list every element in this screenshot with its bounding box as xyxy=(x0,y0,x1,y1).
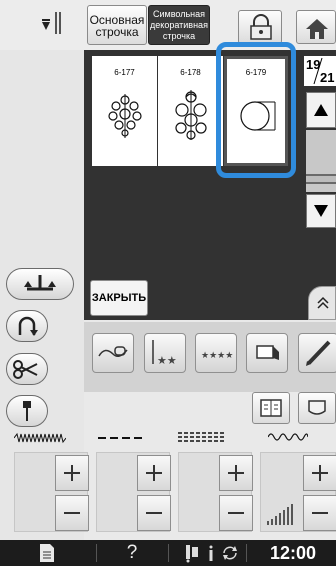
home-icon xyxy=(306,19,328,39)
width-minus-button[interactable] xyxy=(55,495,89,531)
rose-stitch-icon xyxy=(175,90,207,140)
tension-minus-button[interactable] xyxy=(303,495,336,531)
sequence-button[interactable]: ★★★★ xyxy=(195,333,237,373)
double-chevron-up-icon xyxy=(317,296,329,309)
help-button[interactable]: ? xyxy=(112,542,152,564)
plus-icon xyxy=(146,465,162,481)
density-plus-button[interactable] xyxy=(219,455,253,491)
scroll-down-button[interactable] xyxy=(306,194,336,228)
manual-button[interactable] xyxy=(252,392,290,424)
stitch-number: 6-178 xyxy=(180,68,201,77)
minus-icon xyxy=(146,512,162,514)
status-divider xyxy=(168,544,169,562)
scissors-icon xyxy=(13,360,38,379)
tension-plus-button[interactable] xyxy=(303,455,336,491)
down-arrow-icon xyxy=(314,205,328,217)
needle-up-down-button[interactable] xyxy=(6,310,48,342)
book-icon xyxy=(260,399,282,417)
edit-pen-button[interactable] xyxy=(298,333,336,373)
home-button[interactable] xyxy=(296,10,336,44)
tab-decorative-stitch-label: Символьная декоративная строчка xyxy=(150,9,208,41)
presser-foot-button[interactable] xyxy=(6,268,74,300)
stitch-number: 6-177 xyxy=(114,68,135,77)
length-control xyxy=(96,452,171,532)
tension-level-icon xyxy=(267,504,293,525)
density-control xyxy=(178,452,253,532)
status-divider xyxy=(246,544,247,562)
status-bar: ? 12:00 xyxy=(0,540,336,566)
tab-basic-stitch-label: Основная строчка xyxy=(89,13,145,39)
expand-button[interactable] xyxy=(308,286,336,320)
length-plus-button[interactable] xyxy=(137,455,171,491)
stitch-card[interactable]: 6-178 xyxy=(158,56,223,166)
plus-icon xyxy=(64,465,80,481)
up-arrow-icon xyxy=(314,104,328,116)
needle-up-down-icon xyxy=(18,316,38,336)
stitch-card[interactable]: 6-177 xyxy=(92,56,157,166)
bobbin-icon xyxy=(186,545,198,563)
width-plus-button[interactable] xyxy=(55,455,89,491)
document-icon[interactable] xyxy=(38,543,56,563)
character-spacing-button[interactable]: ★★ xyxy=(144,333,186,373)
stitch-selection-panel: 6-177 6-178 6-179 19 21 ЗАКРЫТЬ xyxy=(84,42,336,320)
thread-tension-button[interactable] xyxy=(92,333,134,373)
tension-icon xyxy=(268,433,308,441)
eraser-icon xyxy=(256,345,279,360)
stars-icon: ★★★★ xyxy=(201,351,233,361)
minus-icon xyxy=(228,512,244,514)
thread-icon xyxy=(98,346,128,357)
spacing-icon: ★★ xyxy=(152,340,177,367)
tension-control xyxy=(260,452,336,532)
stitch-length-icon xyxy=(98,437,142,439)
erase-button[interactable] xyxy=(246,333,288,373)
minus-icon xyxy=(64,512,80,514)
lock-button[interactable] xyxy=(238,10,282,44)
needle-icon xyxy=(23,401,31,421)
stitch-number: 6-179 xyxy=(245,68,267,77)
minus-icon xyxy=(312,512,328,514)
width-control xyxy=(14,452,89,532)
edit-toolbar: ★★ ★★★★ xyxy=(84,322,336,392)
length-minus-button[interactable] xyxy=(137,495,171,531)
density-minus-button[interactable] xyxy=(219,495,253,531)
plus-icon xyxy=(228,465,244,481)
svg-text:★★★★: ★★★★ xyxy=(201,351,233,361)
tab-decorative-stitch[interactable]: Символьная декоративная строчка xyxy=(148,5,210,45)
needle-position-icon xyxy=(36,8,70,40)
thread-cutter-button[interactable] xyxy=(6,353,48,385)
pocket-icon xyxy=(308,400,326,415)
needle-threading-button[interactable] xyxy=(6,395,48,427)
info-icon xyxy=(209,545,213,561)
circle-stitch-icon xyxy=(240,101,276,131)
floral-stitch-icon xyxy=(108,94,142,138)
scroll-up-button[interactable] xyxy=(306,92,336,128)
svg-text:★★: ★★ xyxy=(157,354,177,367)
presser-foot-icon xyxy=(24,275,56,291)
plus-icon xyxy=(312,465,328,481)
close-button[interactable]: ЗАКРЫТЬ xyxy=(90,280,148,316)
stitch-card-selected[interactable]: 6-179 xyxy=(224,56,288,166)
lock-icon xyxy=(250,14,272,40)
stitch-width-icon xyxy=(14,432,66,444)
tab-basic-stitch[interactable]: Основная строчка xyxy=(87,5,147,45)
refresh-icon[interactable] xyxy=(220,544,240,562)
pencil-icon xyxy=(306,340,331,366)
clock: 12:00 xyxy=(269,543,317,563)
page-counter: 19 21 xyxy=(304,56,336,86)
close-button-label: ЗАКРЫТЬ xyxy=(91,292,147,304)
memory-button[interactable] xyxy=(298,392,336,424)
scrollbar-thumb[interactable] xyxy=(306,174,336,184)
thread-density-icon xyxy=(178,432,224,442)
page-total: 21 xyxy=(320,70,335,85)
status-divider xyxy=(96,544,97,562)
